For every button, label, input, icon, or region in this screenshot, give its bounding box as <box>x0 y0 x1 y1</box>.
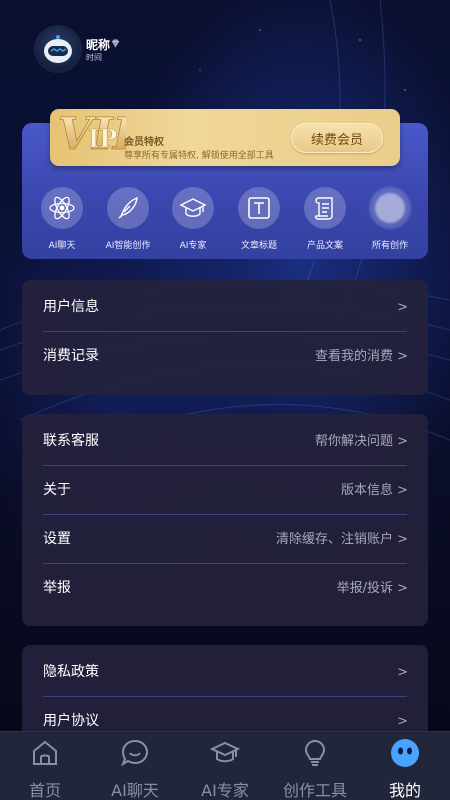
menu-group-legal: 隐私政策 > 用户协议 > <box>22 645 428 745</box>
time-label: 时间 <box>86 53 102 62</box>
feather-icon <box>118 196 138 219</box>
title-t-icon <box>248 197 270 219</box>
robot-face-icon <box>391 739 419 767</box>
diamond-badge-icon <box>111 39 120 48</box>
menu-item-about[interactable]: 关于 版本信息 > <box>22 466 428 515</box>
shortcut-label: 产品文案 <box>306 241 343 251</box>
menu-item-label: 关于 <box>43 482 71 498</box>
tab-label: 我的 <box>388 781 421 800</box>
shortcut-ai-chat[interactable]: AI聊天 <box>30 187 94 251</box>
tab-ai-expert[interactable]: AI专家 <box>180 732 270 800</box>
shortcut-article-title[interactable]: 文章标题 <box>227 187 291 251</box>
menu-item-report[interactable]: 举报 举报/投诉 > <box>22 564 428 613</box>
chat-bubble-icon <box>120 739 149 767</box>
vip-title: 会员特权 <box>124 137 164 148</box>
tab-label: 首页 <box>28 781 61 800</box>
menu-group-account: 用户信息 > 消费记录 查看我的消费 > <box>22 280 428 395</box>
menu-item-label: 隐私政策 <box>43 664 99 680</box>
menu-item-value: > <box>397 665 408 680</box>
graduation-cap-icon <box>210 741 240 763</box>
scroll-icon <box>314 197 333 220</box>
shortcut-label: AI聊天 <box>48 241 76 251</box>
menu-item-consumption-record[interactable]: 消费记录 查看我的消费 > <box>22 332 428 381</box>
nickname[interactable]: 昵称 <box>86 36 110 53</box>
vip-logo: VIP IP <box>58 109 126 161</box>
menu-item-label: 用户信息 <box>43 299 99 315</box>
shortcut-label: AI智能创作 <box>105 241 151 251</box>
shortcut-all-creations[interactable]: 所有创作 <box>358 187 422 251</box>
home-icon <box>33 740 57 765</box>
menu-item-value: 版本信息 > <box>340 483 408 498</box>
tab-label: AI专家 <box>201 781 249 800</box>
menu-item-value: 帮你解决问题 > <box>314 434 408 449</box>
vip-banner[interactable]: VIP IP 会员特权 尊享所有专属特权, 解锁使用全部工具 续费会员 <box>50 109 400 166</box>
menu-group-support: 联系客服 帮你解决问题 > 关于 版本信息 > 设置 清除缓存、注销账户 > 举… <box>22 414 428 626</box>
tab-mine[interactable]: 我的 <box>360 732 450 800</box>
renew-membership-button[interactable]: 续费会员 <box>291 123 383 153</box>
more-icon <box>375 193 405 223</box>
menu-item-value: 举报/投诉 > <box>336 581 408 596</box>
shortcut-label: 所有创作 <box>371 241 408 251</box>
menu-item-value: 清除缓存、注销账户 > <box>275 532 408 547</box>
tab-ai-chat[interactable]: AI聊天 <box>90 732 180 800</box>
menu-item-value: > <box>397 300 408 315</box>
shortcut-ai-creation[interactable]: AI智能创作 <box>96 187 160 251</box>
tab-creation-tools[interactable]: 创作工具 <box>270 732 360 800</box>
avatar[interactable] <box>36 27 80 71</box>
menu-item-user-info[interactable]: 用户信息 > <box>22 283 428 332</box>
menu-item-value: 查看我的消费 > <box>314 349 408 364</box>
shortcut-ai-expert[interactable]: AI专家 <box>161 187 225 251</box>
shortcut-label: AI专家 <box>179 241 207 251</box>
menu-item-label: 设置 <box>43 531 71 547</box>
lightbulb-icon <box>304 739 326 766</box>
menu-item-label: 联系客服 <box>43 433 99 449</box>
atom-icon <box>49 196 75 220</box>
menu-item-privacy-policy[interactable]: 隐私政策 > <box>22 648 428 697</box>
shortcut-label: 文章标题 <box>240 241 277 251</box>
tab-label: 创作工具 <box>282 781 347 800</box>
svg-text:IP: IP <box>88 124 117 153</box>
menu-item-label: 消费记录 <box>43 348 99 364</box>
graduation-cap-icon <box>179 198 207 217</box>
menu-item-label: 举报 <box>43 580 71 596</box>
shortcut-product-copy[interactable]: 产品文案 <box>293 187 357 251</box>
menu-item-settings[interactable]: 设置 清除缓存、注销账户 > <box>22 515 428 564</box>
vip-subtitle: 尊享所有专属特权, 解锁使用全部工具 <box>124 151 274 161</box>
tab-home[interactable]: 首页 <box>0 732 90 800</box>
tab-label: AI聊天 <box>111 781 159 800</box>
menu-item-contact-support[interactable]: 联系客服 帮你解决问题 > <box>22 417 428 466</box>
robot-face-icon <box>44 35 72 63</box>
bottom-tab-bar: 首页 AI聊天 AI专家 创作工具 我的 <box>0 731 450 800</box>
